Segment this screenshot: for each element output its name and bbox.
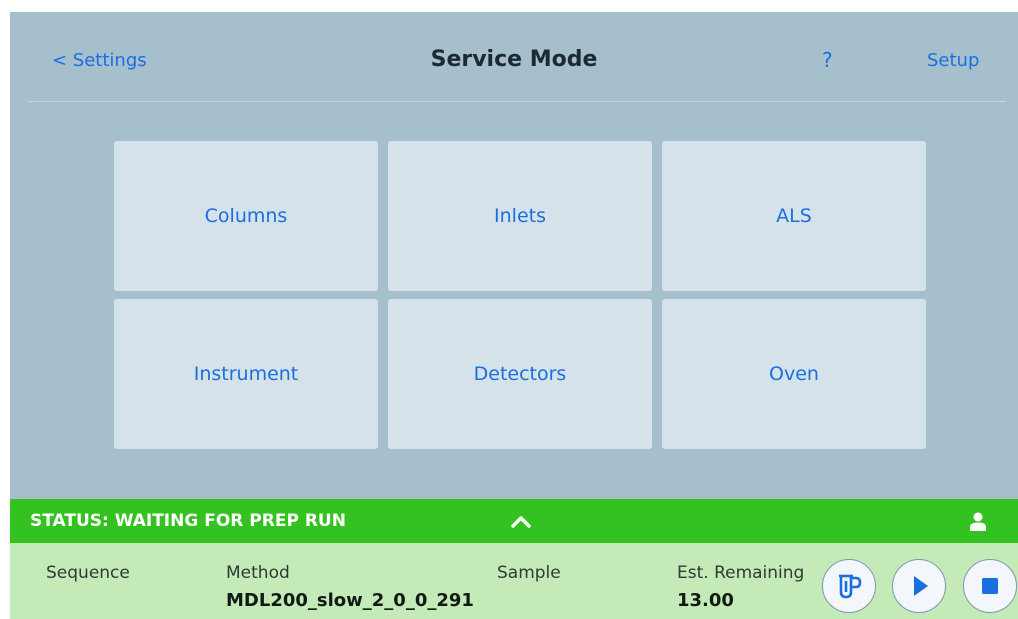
chevron-up-icon[interactable] [510,512,532,530]
stop-run-button[interactable] [963,559,1017,613]
tile-label: Columns [204,205,288,227]
tile-als[interactable]: ALS [662,141,926,291]
tile-columns[interactable]: Columns [114,141,378,291]
sample-label: Sample [497,563,561,583]
tile-oven[interactable]: Oven [662,299,926,449]
user-icon[interactable] [968,511,988,531]
header-bar: < Settings Service Mode ? Setup [10,12,1018,101]
tile-label: Oven [769,363,819,385]
service-mode-screen: < Settings Service Mode ? Setup Columns … [10,12,1018,619]
setup-link[interactable]: Setup [927,50,979,71]
play-icon [914,576,928,596]
status-text: STATUS: WAITING FOR PREP RUN [30,511,346,531]
help-button[interactable]: ? [822,48,833,72]
tile-label: Detectors [473,363,567,385]
sequence-label: Sequence [46,563,130,583]
tile-instrument[interactable]: Instrument [114,299,378,449]
page-title: Service Mode [430,47,598,72]
remaining-value: 13.00 [677,590,734,611]
method-label: Method [226,563,290,583]
remaining-label: Est. Remaining [677,563,805,583]
tile-label: Inlets [494,205,546,227]
start-run-button[interactable] [892,559,946,613]
tile-label: Instrument [193,363,299,385]
prep-run-icon [839,574,862,599]
tile-label: ALS [776,205,812,227]
stop-icon [982,578,998,594]
tile-detectors[interactable]: Detectors [388,299,652,449]
tile-inlets[interactable]: Inlets [388,141,652,291]
status-bar: STATUS: WAITING FOR PREP RUN [10,499,1018,543]
prep-run-button[interactable] [822,559,876,613]
run-info-bar: Sequence Method MDL200_slow_2_0_0_291 Sa… [10,543,1018,619]
header-divider [28,101,1006,102]
method-value: MDL200_slow_2_0_0_291 [226,590,474,611]
